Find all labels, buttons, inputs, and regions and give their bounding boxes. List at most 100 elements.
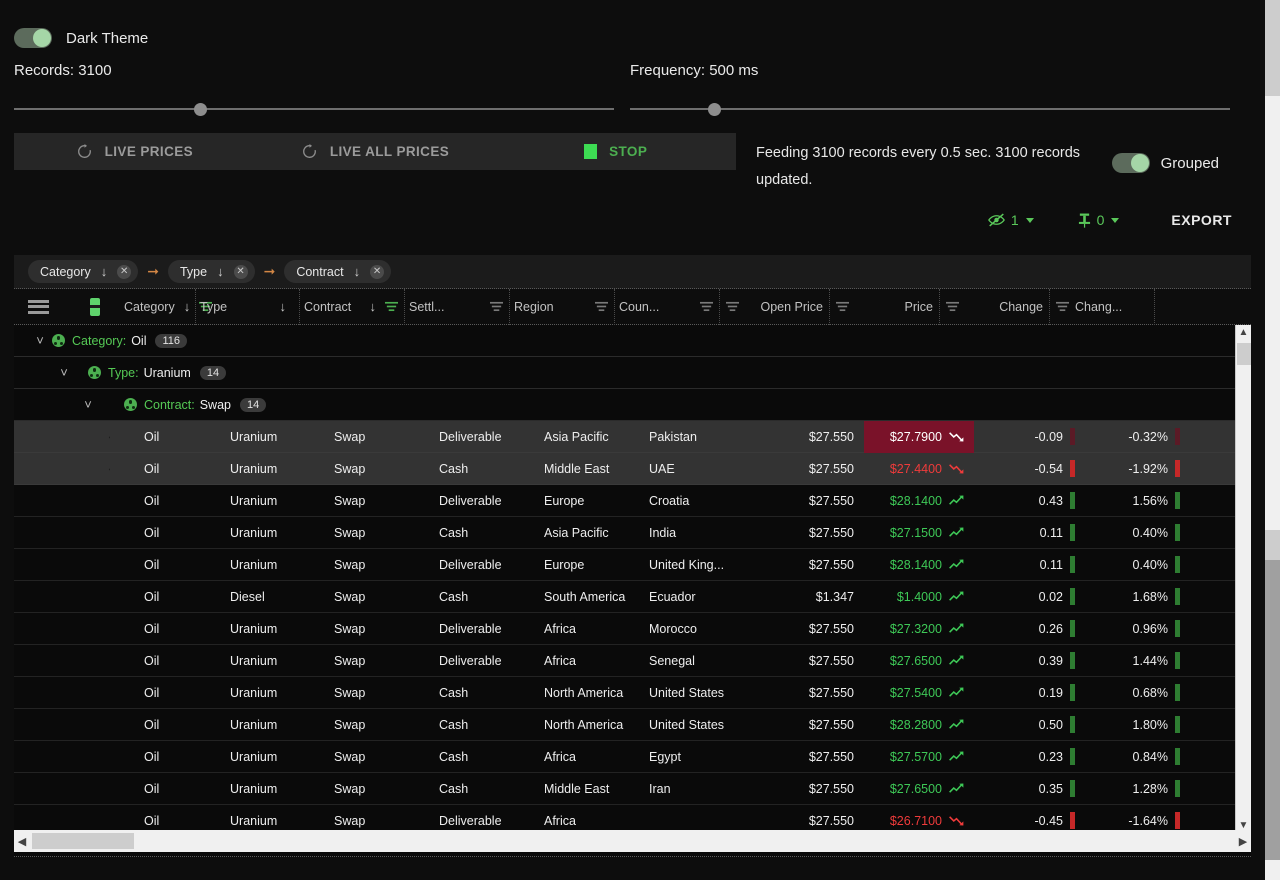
sort-desc-icon[interactable]: ↓ [277, 299, 290, 314]
filter-icon[interactable] [385, 301, 398, 312]
expand-collapse-icon[interactable]: ˅ [52, 365, 76, 380]
dark-theme-toggle[interactable] [14, 28, 52, 48]
filter-icon[interactable] [946, 301, 959, 312]
trend-up-icon [949, 751, 964, 761]
table-row[interactable]: Oil Uranium Swap Deliverable Africa Senegal $2… [14, 645, 1251, 677]
filter-icon[interactable] [836, 301, 849, 312]
cell-country: India [649, 525, 677, 540]
row-select-cell[interactable] [14, 421, 110, 453]
records-slider-thumb[interactable] [194, 103, 207, 116]
header-cell-price[interactable]: Price [830, 288, 940, 325]
row-select-cell[interactable] [14, 581, 110, 613]
horizontal-scrollbar[interactable]: ◀ ▶ [14, 830, 1251, 852]
rowgroup-chip-type[interactable]: Type ↓ ✕ [167, 260, 255, 283]
row-select-cell[interactable] [14, 677, 110, 709]
sort-desc-icon[interactable]: ↓ [217, 265, 224, 278]
sort-desc-icon[interactable]: ↓ [181, 299, 194, 314]
live-all-prices-button[interactable]: LIVE ALL PRICES [255, 133, 496, 170]
header-cell-settl[interactable]: Settl... [405, 288, 510, 325]
expand-collapse-icon[interactable]: ˅ [76, 397, 100, 412]
table-row[interactable]: Oil Uranium Swap Deliverable Africa Morocco $2… [14, 613, 1251, 645]
header-cell-change[interactable]: Change [940, 288, 1050, 325]
price-value: $27.6500 [889, 653, 942, 668]
header-cell-type[interactable]: Type ↓ [196, 288, 300, 325]
browser-scrollbar[interactable] [1265, 0, 1280, 880]
close-icon[interactable]: ✕ [233, 264, 248, 279]
header-cell-contract[interactable]: Contract ↓ [300, 288, 405, 325]
pinned-columns-count: 0 [1096, 212, 1105, 228]
row-select-cell[interactable] [14, 741, 110, 773]
grid-header: Category ↓ Type ↓ Contract ↓ Settl... Re… [14, 288, 1251, 325]
export-button[interactable]: EXPORT [1141, 212, 1232, 228]
row-select-cell[interactable] [14, 549, 110, 581]
grouped-toggle[interactable] [1111, 153, 1150, 173]
row-select-cell[interactable] [14, 517, 110, 549]
table-row[interactable]: Oil Uranium Swap Cash Middle East UAE $27.550 $… [14, 453, 1251, 485]
header-cell-category[interactable]: Category ↓ [76, 288, 213, 325]
table-row[interactable]: Oil Uranium Swap Cash North America United St… [14, 709, 1251, 741]
row-select-cell[interactable] [14, 645, 110, 677]
close-icon[interactable]: ✕ [370, 264, 385, 279]
table-row[interactable]: Oil Uranium Swap Cash Middle East Iran $27.550… [14, 773, 1251, 805]
filter-icon[interactable] [726, 301, 739, 312]
horizontal-scroll-thumb[interactable] [32, 833, 134, 849]
sort-desc-icon[interactable]: ↓ [354, 265, 361, 278]
cell-price: $28.1400 [864, 485, 974, 517]
header-cell-country[interactable]: Coun... [615, 288, 720, 325]
header-label-country: Coun... [619, 299, 660, 314]
row-select-cell[interactable] [14, 773, 110, 805]
sort-desc-icon[interactable]: ↓ [367, 299, 380, 314]
hidden-columns-count: 1 [1010, 212, 1019, 228]
cell-region: Africa [544, 749, 576, 764]
table-row[interactable]: Oil Uranium Swap Cash Africa Egypt $27.550 $27.… [14, 741, 1251, 773]
filter-icon[interactable] [490, 301, 503, 312]
filter-icon[interactable] [595, 301, 608, 312]
frequency-slider[interactable] [630, 102, 1230, 116]
scroll-left-icon[interactable]: ◀ [14, 835, 30, 848]
scroll-up-icon[interactable]: ▲ [1236, 325, 1251, 341]
header-cell-change-pct[interactable]: Chang... [1050, 288, 1155, 325]
records-slider[interactable] [14, 102, 614, 116]
expand-collapse-icon[interactable]: ˅ [28, 333, 52, 348]
group-row[interactable]: ˅ Type: Uranium 14 [14, 357, 1251, 389]
change-value: 0.26 [1038, 621, 1063, 636]
cell-contract: Swap [334, 461, 366, 476]
close-icon[interactable]: ✕ [117, 264, 132, 279]
group-row[interactable]: ˅ Category: Oil 116 [14, 325, 1251, 357]
table-row[interactable]: Oil Diesel Swap Cash South America Ecuador $1.… [14, 581, 1251, 613]
browser-scroll-thumb-top[interactable] [1265, 0, 1280, 96]
filter-icon[interactable] [700, 301, 713, 312]
row-select-cell[interactable] [14, 613, 110, 645]
table-row[interactable]: Oil Uranium Swap Deliverable Asia Pacific Pak… [14, 420, 1251, 453]
header-cell-open-price[interactable]: Open Price [720, 288, 830, 325]
chevron-down-icon [1025, 217, 1034, 223]
rowgroup-chip-category[interactable]: Category ↓ ✕ [28, 260, 139, 283]
rowgroup-chip-contract[interactable]: Contract ↓ ✕ [284, 260, 392, 283]
frequency-slider-thumb[interactable] [708, 103, 721, 116]
scroll-right-icon[interactable]: ▶ [1235, 835, 1251, 848]
live-prices-button[interactable]: LIVE PRICES [14, 133, 255, 170]
row-select-cell[interactable] [14, 485, 110, 517]
row-select-cell[interactable] [14, 709, 110, 741]
hidden-columns-button[interactable]: 1 [966, 212, 1056, 228]
table-row[interactable]: Oil Uranium Swap Deliverable Europe United Ki… [14, 549, 1251, 581]
filter-icon[interactable] [1056, 301, 1069, 312]
browser-scroll-thumb[interactable] [1265, 560, 1280, 860]
table-row[interactable]: Oil Uranium Swap Cash North America United St… [14, 677, 1251, 709]
pinned-columns-button[interactable]: 0 [1056, 212, 1142, 228]
grid-body[interactable]: ˅ Category: Oil 116 ˅ Type: Uranium 14 ˅ Contract… [14, 325, 1251, 834]
hamburger-icon[interactable] [28, 299, 49, 314]
cell-price: $27.3200 [864, 613, 974, 645]
table-row[interactable]: Oil Uranium Swap Deliverable Europe Croatia $2… [14, 485, 1251, 517]
select-all-checkbox[interactable] [90, 297, 100, 316]
table-row[interactable]: Oil Uranium Swap Cash Asia Pacific India $27.5… [14, 517, 1251, 549]
group-row[interactable]: ˅ Contract: Swap 14 [14, 389, 1251, 421]
vertical-scrollbar[interactable]: ▲ ▼ [1235, 325, 1251, 834]
browser-scroll-thumb-mid[interactable] [1265, 530, 1280, 560]
cell-settl: Cash [439, 749, 469, 764]
row-select-cell[interactable] [14, 453, 110, 485]
vertical-scroll-thumb[interactable] [1237, 343, 1251, 365]
header-cell-region[interactable]: Region [510, 288, 615, 325]
stop-button[interactable]: STOP [495, 133, 736, 170]
sort-desc-icon[interactable]: ↓ [101, 265, 108, 278]
